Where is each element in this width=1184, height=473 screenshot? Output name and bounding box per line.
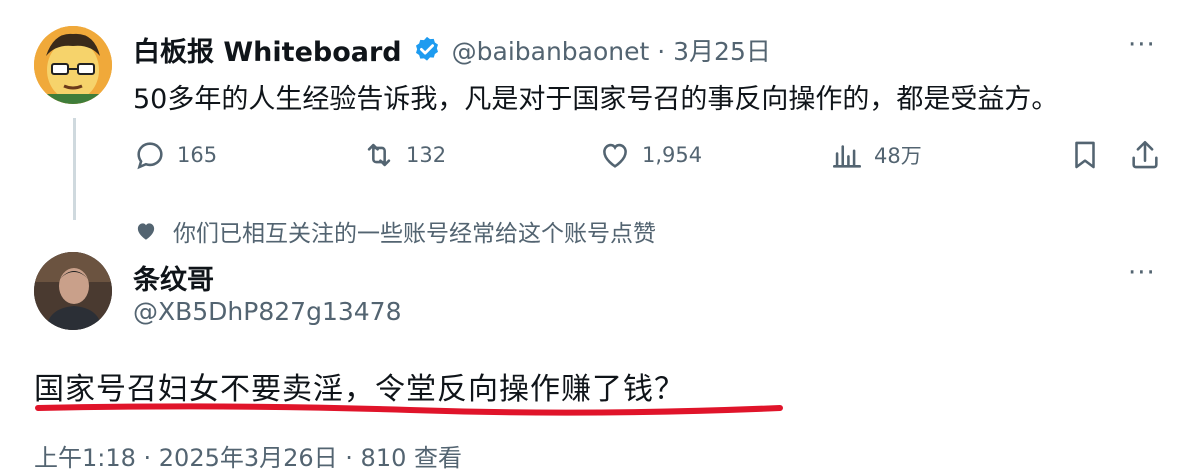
reply-count: 165 xyxy=(177,143,218,167)
reply-button[interactable]: 165 xyxy=(133,138,217,172)
like-button[interactable]: 1,954 xyxy=(598,138,702,172)
red-underline-annotation xyxy=(35,403,783,416)
tweet-text: 50多年的人生经验告诉我，凡是对于国家号召的事反向操作的，都是受益方。 xyxy=(133,84,1059,115)
heart-icon xyxy=(603,143,627,168)
retweet-icon xyxy=(367,143,391,167)
reply-timestamp-views: 上午1:18 · 2025年3月26日 · 810 查看 xyxy=(34,444,462,472)
social-context: 你们已相互关注的一些账号经常给这个账号点赞 xyxy=(133,214,656,248)
reply-author-avatar[interactable] xyxy=(34,252,112,330)
person-photo-icon xyxy=(34,252,112,330)
cartoon-face-icon xyxy=(34,26,112,104)
share-icon xyxy=(1132,140,1158,169)
analytics-icon xyxy=(832,145,862,168)
reply-more-options-icon[interactable]: ··· xyxy=(1128,258,1156,288)
more-options-icon[interactable]: ··· xyxy=(1128,30,1156,60)
author-avatar[interactable] xyxy=(34,26,112,104)
like-count: 1,954 xyxy=(642,143,703,167)
reply-author-handle[interactable]: @XB5DhP827g13478 xyxy=(133,297,401,326)
thread-connector xyxy=(73,118,76,220)
reply-author-name[interactable]: 条纹哥 xyxy=(133,258,214,297)
heart-filled-icon xyxy=(137,223,155,240)
views-count: 48万 xyxy=(874,144,922,168)
reply-icon xyxy=(137,142,163,170)
share-button[interactable] xyxy=(1128,138,1162,172)
author-name[interactable]: 白板报 Whiteboard xyxy=(133,30,402,69)
bookmark-button[interactable] xyxy=(1068,138,1102,172)
retweet-count: 132 xyxy=(406,143,447,167)
social-context-text: 你们已相互关注的一些账号经常给这个账号点赞 xyxy=(173,221,656,247)
views-button[interactable]: 48万 xyxy=(830,138,922,172)
verified-badge-icon xyxy=(415,36,438,61)
retweet-button[interactable]: 132 xyxy=(362,138,446,172)
tweet-header: 白板报 Whiteboard @baibanbaonet · 3月25日 xyxy=(133,30,771,69)
author-handle-date[interactable]: @baibanbaonet · 3月25日 xyxy=(452,32,771,68)
bookmark-icon xyxy=(1075,141,1095,169)
